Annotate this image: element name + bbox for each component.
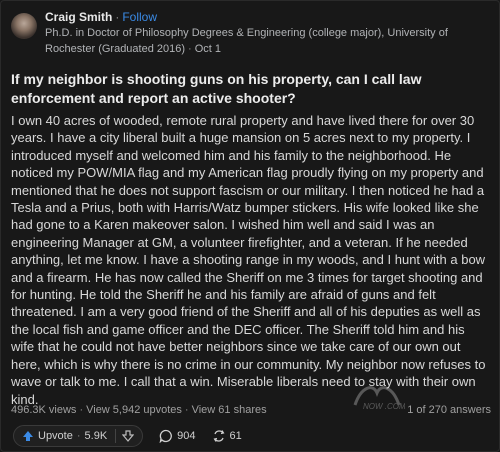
comment-count: 904 [177, 430, 196, 442]
answer-position: 1 of 270 answers [407, 404, 491, 416]
follow-button[interactable]: Follow [122, 10, 157, 24]
author-info: Craig Smith · Follow Ph.D. in Doctor of Ph… [45, 9, 495, 57]
separator-dot: · [115, 10, 120, 24]
separator-dot: · [79, 404, 84, 416]
upvote-count: 5.9K [84, 430, 108, 442]
action-bar: Upvote · 5.9K 904 61 [13, 425, 242, 447]
author-line: Craig Smith · Follow [45, 9, 495, 25]
answer-stats: 496.3K views · View 5,942 upvotes · View 61 … [11, 404, 491, 416]
separator-dot: · [76, 430, 81, 442]
author-name[interactable]: Craig Smith [45, 10, 112, 24]
answer-body: I own 40 acres of wooded, remote rural p… [11, 113, 486, 407]
share-button[interactable]: 61 [212, 429, 242, 443]
upvote-arrow-icon [23, 431, 33, 441]
downvote-arrow-icon[interactable] [122, 430, 135, 442]
upvote-label: Upvote [38, 430, 73, 442]
comment-icon [159, 429, 173, 443]
share-icon [213, 430, 224, 442]
comment-button[interactable]: 904 [159, 429, 196, 443]
credential-text[interactable]: Ph.D. in Doctor of Philosophy Degrees & … [45, 27, 448, 55]
view-shares-link[interactable]: View 61 shares [192, 404, 267, 416]
separator-dot: · [188, 43, 192, 55]
question-title[interactable]: If my neighbor is shooting guns on his p… [11, 70, 491, 108]
answer-card: Craig Smith · Follow Ph.D. in Doctor of Ph… [0, 0, 500, 452]
upvote-button[interactable]: Upvote · 5.9K [13, 425, 144, 447]
share-count: 61 [229, 430, 242, 442]
author-avatar[interactable] [11, 13, 37, 39]
views-count: 496.3K views [11, 404, 77, 416]
separator-dot: · [184, 404, 189, 416]
post-date[interactable]: Oct 1 [195, 43, 221, 55]
stats-left: 496.3K views · View 5,942 upvotes · View 61 … [11, 404, 267, 416]
answer-header: Craig Smith · Follow Ph.D. in Doctor of Ph… [11, 9, 495, 57]
view-upvotes-link[interactable]: View 5,942 upvotes [86, 404, 182, 416]
author-credential: Ph.D. in Doctor of Philosophy Degrees & … [45, 25, 465, 57]
divider [115, 429, 117, 443]
